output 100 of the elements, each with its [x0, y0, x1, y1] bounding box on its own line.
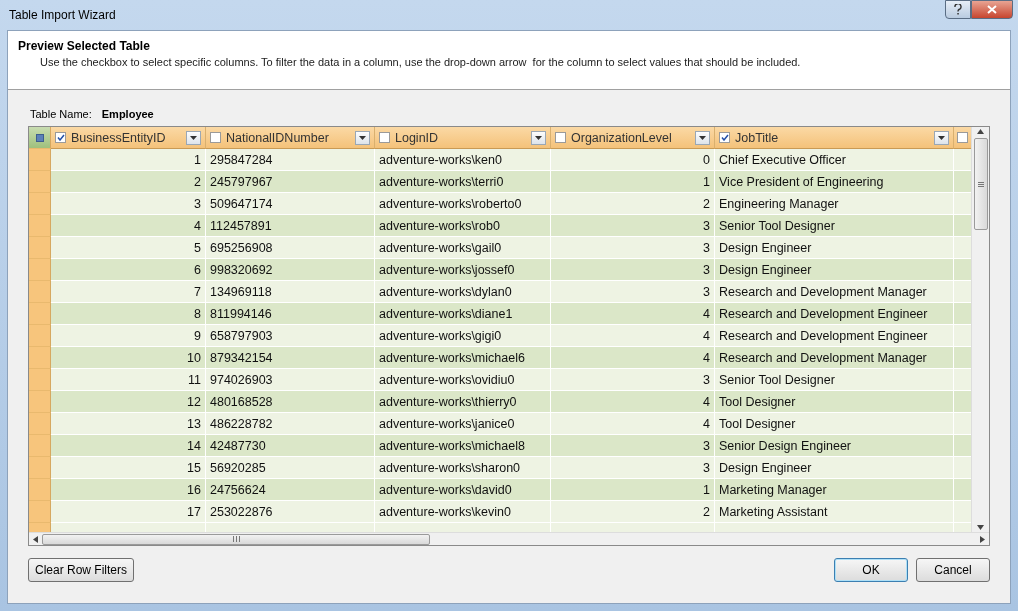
row-selector[interactable]: [29, 391, 51, 413]
column-header[interactable]: BusinessEntityID: [51, 127, 206, 149]
column-checkbox[interactable]: [210, 132, 221, 143]
help-button[interactable]: [945, 0, 971, 19]
column-checkbox[interactable]: [957, 132, 968, 143]
table-cell: adventure-works\roberto0: [375, 193, 551, 215]
row-selector[interactable]: [29, 237, 51, 259]
table-cell: adventure-works\gigi0: [375, 325, 551, 347]
table-cell: Research and Development Engineer: [715, 303, 954, 325]
row-selector[interactable]: [29, 325, 51, 347]
cancel-button[interactable]: Cancel: [916, 558, 990, 582]
row-selector[interactable]: [29, 435, 51, 457]
square-icon: [35, 133, 44, 142]
filter-dropdown[interactable]: [695, 130, 710, 145]
row-selector[interactable]: [29, 457, 51, 479]
table-cell: 245797967: [206, 171, 375, 193]
table-cell: 3: [551, 281, 715, 303]
scroll-thumb[interactable]: [973, 138, 988, 230]
horizontal-scrollbar[interactable]: [29, 532, 989, 545]
caret-icon: [938, 135, 945, 140]
table-cell: adventure-works\ken0: [375, 149, 551, 171]
window-title: Table Import Wizard: [9, 8, 116, 22]
table-cell: 7: [51, 281, 206, 303]
row-selector[interactable]: [29, 347, 51, 369]
table-cell: Design Engineer: [715, 259, 954, 281]
row-selector[interactable]: [29, 281, 51, 303]
column-header[interactable]: NationalIDNumber: [206, 127, 375, 149]
table-cell: adventure-works\gail0: [375, 237, 551, 259]
table-cell: 4: [551, 325, 715, 347]
column-checkbox[interactable]: [719, 132, 730, 143]
table-cell: 295847284: [206, 149, 375, 171]
help-icon: [954, 4, 962, 15]
filter-dropdown[interactable]: [355, 130, 370, 145]
column-checkbox[interactable]: [379, 132, 390, 143]
caret-icon: [190, 135, 197, 140]
column-header[interactable]: [954, 127, 971, 149]
table-cell: 24756624: [206, 479, 375, 501]
scroll-up-icon[interactable]: [977, 129, 984, 134]
vertical-scrollbar[interactable]: [971, 127, 989, 532]
table-cell: 486228782: [206, 413, 375, 435]
table-cell: 998320692: [206, 259, 375, 281]
table-cell: Senior Tool Designer: [715, 369, 954, 391]
table-cell: 4: [51, 215, 206, 237]
table-cell: Senior Design Engineer: [715, 435, 954, 457]
filter-dropdown[interactable]: [186, 130, 201, 145]
table-cell: [954, 281, 971, 303]
select-all-corner[interactable]: [29, 127, 51, 149]
table-cell: 112457891: [206, 215, 375, 237]
row-selector[interactable]: [29, 413, 51, 435]
table-cell: 811994146: [206, 303, 375, 325]
table-cell: 42487730: [206, 435, 375, 457]
row-selector[interactable]: [29, 303, 51, 325]
table-cell: Design Engineer: [715, 237, 954, 259]
filter-dropdown[interactable]: [531, 130, 546, 145]
table-cell: 56920285: [206, 457, 375, 479]
table-cell: 974026903: [206, 369, 375, 391]
grip-icon: [977, 181, 984, 187]
instructions-text: Use the checkbox to select specific columns. To filter the data in a column, use the drop-down arrow for the column to select values that should be included.: [40, 56, 802, 68]
scroll-right-icon[interactable]: [980, 535, 985, 543]
ok-button[interactable]: OK: [834, 558, 908, 582]
row-selector[interactable]: [29, 479, 51, 501]
table-cell: 5: [51, 237, 206, 259]
table-cell: [954, 171, 971, 193]
table-cell: [954, 391, 971, 413]
table-cell: adventure-works\diane1: [375, 303, 551, 325]
table-cell: 3: [551, 457, 715, 479]
column-header[interactable]: LoginID: [375, 127, 551, 149]
column-header[interactable]: JobTitle: [715, 127, 954, 149]
column-checkbox[interactable]: [55, 132, 66, 143]
row-selector[interactable]: [29, 215, 51, 237]
table-cell: Marketing Assistant: [715, 501, 954, 523]
table-cell: [954, 325, 971, 347]
table-cell: Senior Tool Designer: [715, 215, 954, 237]
table-cell: 4: [551, 303, 715, 325]
table-cell: [954, 457, 971, 479]
clear-row-filters-button[interactable]: Clear Row Filters: [28, 558, 134, 582]
row-selector[interactable]: [29, 501, 51, 523]
scroll-down-icon[interactable]: [977, 525, 984, 530]
table-cell: 658797903: [206, 325, 375, 347]
column-header[interactable]: OrganizationLevel: [551, 127, 715, 149]
table-cell: 480168528: [206, 391, 375, 413]
row-selector[interactable]: [29, 369, 51, 391]
scroll-left-icon[interactable]: [33, 535, 38, 543]
table-cell: 15: [51, 457, 206, 479]
table-cell: 16: [51, 479, 206, 501]
row-selector[interactable]: [29, 259, 51, 281]
table-cell: Research and Development Manager: [715, 281, 954, 303]
table-cell: 879342154: [206, 347, 375, 369]
table-cell: 3: [551, 435, 715, 457]
column-checkbox[interactable]: [555, 132, 566, 143]
scroll-thumb[interactable]: [42, 533, 430, 545]
close-button[interactable]: [971, 0, 1013, 19]
table-cell: [954, 237, 971, 259]
table-cell: 3: [551, 237, 715, 259]
table-cell: 17: [51, 501, 206, 523]
table-cell: Design Engineer: [715, 457, 954, 479]
table-cell: Research and Development Engineer: [715, 325, 954, 347]
row-selector[interactable]: [29, 193, 51, 215]
filter-dropdown[interactable]: [934, 130, 949, 145]
row-selector[interactable]: [29, 171, 51, 193]
